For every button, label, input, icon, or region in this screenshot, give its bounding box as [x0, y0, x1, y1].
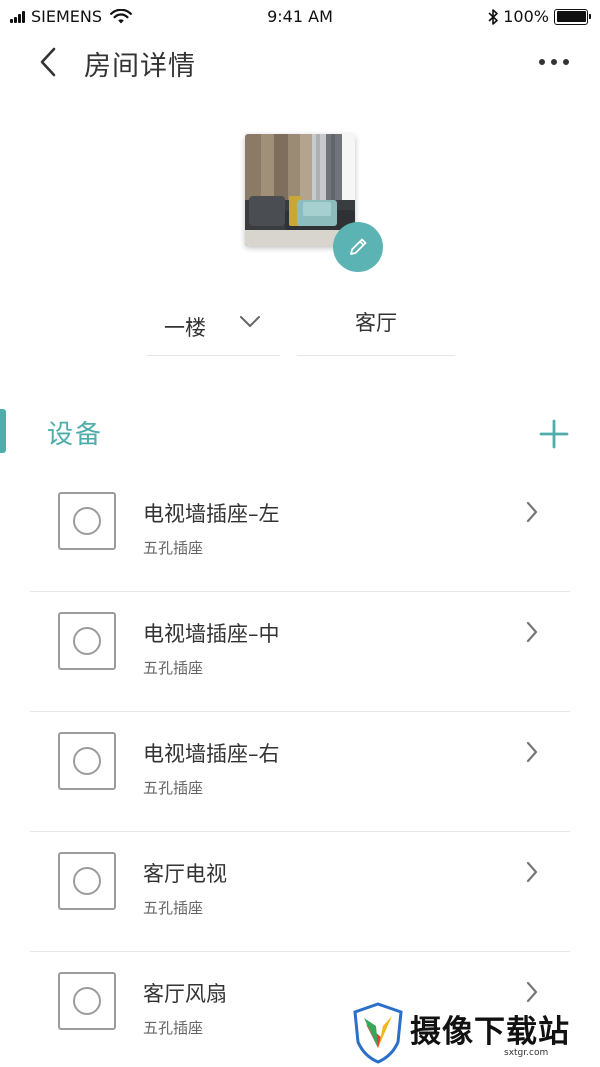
edit-photo-button[interactable] [333, 222, 383, 272]
socket-icon [58, 612, 116, 670]
device-name: 客厅电视 [143, 862, 227, 886]
socket-icon [58, 492, 116, 550]
device-row[interactable]: 电视墙插座–右 五孔插座 [0, 712, 600, 832]
battery-percent: 100% [503, 7, 549, 26]
watermark-url: sxtgr.com [504, 1048, 549, 1058]
watermark-text: 摄像下载站 [410, 1014, 570, 1050]
device-type: 五孔插座 [143, 539, 204, 557]
section-accent-bar [0, 409, 6, 453]
battery-fill [556, 11, 586, 22]
chevron-right-icon [526, 741, 538, 763]
device-name: 电视墙插座–左 [143, 502, 280, 526]
bluetooth-icon [488, 8, 499, 25]
chevron-right-icon [526, 861, 538, 883]
chevron-right-icon [526, 501, 538, 523]
chevron-right-icon [526, 621, 538, 643]
nav-bar: 房间详情 [0, 32, 600, 92]
back-button[interactable] [30, 44, 66, 80]
device-row[interactable]: 电视墙插座–中 五孔插座 [0, 592, 600, 712]
pencil-icon [350, 238, 367, 255]
floor-label: 一楼 [164, 315, 206, 340]
device-name: 电视墙插座–中 [143, 622, 280, 646]
device-type: 五孔插座 [143, 1019, 204, 1037]
socket-icon [58, 972, 116, 1030]
watermark: 摄像下载站 sxtgr.com [352, 1000, 596, 1067]
section-title: 设备 [47, 420, 104, 450]
chevron-left-icon [40, 47, 56, 77]
status-bar: SIEMENS 9:41 AM 100% [0, 0, 600, 32]
battery-icon [554, 8, 591, 25]
chevron-down-icon [240, 316, 260, 327]
floor-select[interactable]: 一楼 [146, 298, 280, 356]
socket-icon [58, 732, 116, 790]
device-row[interactable]: 客厅电视 五孔插座 [0, 832, 600, 952]
room-name-field[interactable]: 客厅 [297, 298, 455, 356]
add-device-button[interactable] [532, 412, 576, 456]
plus-icon [539, 419, 569, 449]
device-name: 客厅风扇 [143, 982, 227, 1006]
device-type: 五孔插座 [143, 779, 204, 797]
socket-icon [58, 852, 116, 910]
watermark-logo-icon [353, 1002, 403, 1064]
device-type: 五孔插座 [143, 659, 204, 677]
page-title: 房间详情 [84, 51, 196, 82]
more-horizontal-icon [539, 59, 569, 65]
device-row[interactable]: 电视墙插座–左 五孔插座 [0, 472, 600, 592]
device-name: 电视墙插座–右 [143, 742, 280, 766]
more-button[interactable] [532, 46, 576, 78]
status-right: 100% [487, 7, 591, 26]
device-type: 五孔插座 [143, 899, 204, 917]
device-list: 电视墙插座–左 五孔插座 电视墙插座–中 五孔插座 电视墙插座–右 五孔插座 客… [0, 472, 600, 1067]
